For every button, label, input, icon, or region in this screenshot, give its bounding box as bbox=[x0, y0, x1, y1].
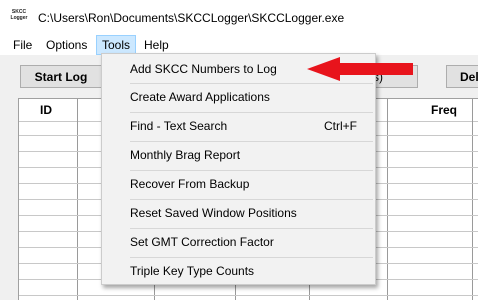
menu-item-shortcut: Ctrl+F bbox=[324, 119, 357, 133]
red-arrow-shape bbox=[307, 57, 413, 81]
menu-item-recover-from-backup[interactable]: Recover From Backup bbox=[104, 171, 373, 197]
red-arrow-icon bbox=[307, 57, 413, 81]
menu-help[interactable]: Help bbox=[139, 36, 174, 54]
menu-item-label: Reset Saved Window Positions bbox=[130, 206, 297, 220]
menu-item-label: Set GMT Correction Factor bbox=[130, 235, 274, 249]
menu-bar: File Options Tools Help bbox=[0, 35, 478, 55]
menu-file[interactable]: File bbox=[8, 36, 37, 54]
menu-item-label: Monthly Brag Report bbox=[130, 148, 241, 162]
column-header-freq[interactable]: Freq bbox=[431, 103, 457, 117]
menu-item-label: Add SKCC Numbers to Log bbox=[130, 62, 277, 76]
menu-item-set-gmt-correction-factor[interactable]: Set GMT Correction Factor bbox=[104, 229, 373, 255]
menu-item-triple-key-type-counts[interactable]: Triple Key Type Counts bbox=[104, 258, 373, 284]
menu-item-label: Recover From Backup bbox=[130, 177, 250, 191]
menu-tools[interactable]: Tools bbox=[96, 35, 137, 55]
delete-button[interactable]: Del bbox=[446, 65, 478, 88]
start-log-button[interactable]: Start Log bbox=[20, 65, 102, 88]
menu-options[interactable]: Options bbox=[41, 36, 92, 54]
tools-dropdown-menu: Add SKCC Numbers to Log Create Award App… bbox=[101, 53, 376, 285]
title-bar: SKCC Logger C:\Users\Ron\Documents\SKCCL… bbox=[0, 0, 478, 35]
menu-item-monthly-brag-report[interactable]: Monthly Brag Report bbox=[104, 142, 373, 168]
window-title: C:\Users\Ron\Documents\SKCCLogger\SKCCLo… bbox=[38, 11, 345, 25]
app-logo-icon: SKCC Logger bbox=[10, 9, 28, 21]
menu-item-label: Triple Key Type Counts bbox=[130, 264, 255, 278]
menu-item-reset-saved-window-positions[interactable]: Reset Saved Window Positions bbox=[104, 200, 373, 226]
column-header-id[interactable]: ID bbox=[40, 103, 52, 117]
menu-item-label: Find - Text Search bbox=[130, 119, 228, 133]
menu-item-find-text-search[interactable]: Find - Text Search Ctrl+F bbox=[104, 113, 373, 139]
menu-item-label: Create Award Applications bbox=[130, 90, 270, 104]
grid-row-line bbox=[19, 295, 478, 296]
menu-item-create-award-applications[interactable]: Create Award Applications bbox=[104, 84, 373, 110]
